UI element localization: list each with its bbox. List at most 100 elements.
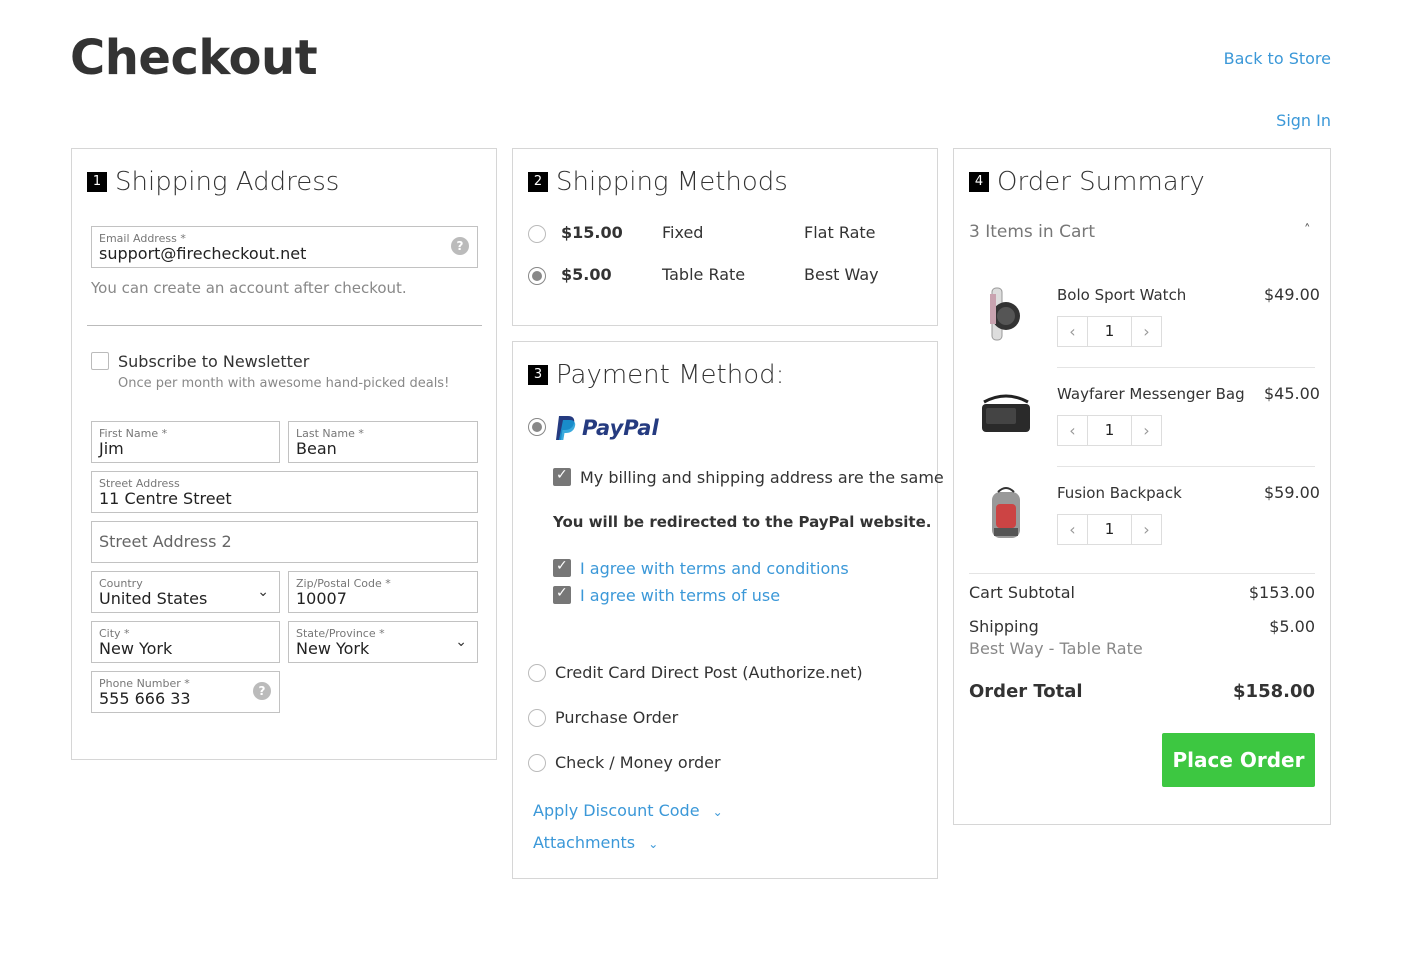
newsletter-label[interactable]: Subscribe to Newsletter — [118, 352, 309, 371]
street-address-field[interactable]: Street Address 11 Centre Street — [91, 471, 478, 513]
last-name-value: Bean — [296, 439, 337, 458]
order-total-value: $158.00 — [1233, 681, 1315, 702]
help-icon[interactable]: ? — [451, 237, 469, 255]
cart-items-count[interactable]: 3 Items in Cart — [969, 222, 1095, 242]
step-number: 1 — [87, 172, 107, 192]
check-money-order-radio[interactable] — [528, 754, 546, 772]
street2-placeholder: Street Address 2 — [99, 532, 232, 551]
phone-value: 555 666 33 — [99, 689, 191, 708]
help-icon[interactable]: ? — [253, 682, 271, 700]
divider — [1057, 466, 1315, 467]
last-name-field[interactable]: Last Name * Bean — [288, 421, 478, 463]
terms-of-use-checkbox[interactable] — [553, 585, 571, 604]
increase-qty-button[interactable]: › — [1131, 415, 1162, 446]
attachments-link[interactable]: Attachments ⌄ — [533, 833, 658, 852]
credit-card-radio[interactable] — [528, 664, 546, 682]
divider — [87, 325, 482, 326]
email-field[interactable]: Email Address * support@firecheckout.net… — [91, 226, 478, 268]
shipping-option-price: $15.00 — [561, 223, 623, 242]
attachments-label: Attachments — [533, 833, 636, 852]
same-address-label[interactable]: My billing and shipping address are the … — [580, 468, 944, 487]
shipping-option-price: $5.00 — [561, 265, 612, 284]
shipping-option-carrier: Flat Rate — [804, 223, 876, 242]
product-image-bag[interactable] — [976, 384, 1036, 444]
chevron-down-icon: ⌄ — [455, 634, 467, 650]
shipping-address-title: 1 Shipping Address — [87, 167, 339, 197]
terms-link[interactable]: I agree with terms and conditions — [580, 559, 849, 578]
product-name[interactable]: Fusion Backpack — [1057, 484, 1182, 502]
product-name[interactable]: Wayfarer Messenger Bag — [1057, 385, 1245, 403]
same-address-checkbox[interactable] — [553, 467, 571, 486]
street-address-2-field[interactable]: Street Address 2 — [91, 521, 478, 563]
qty-value[interactable]: 1 — [1088, 415, 1131, 446]
zip-value: 10007 — [296, 589, 347, 608]
chevron-up-icon[interactable]: ˄ — [1304, 223, 1311, 238]
paypal-icon — [556, 416, 576, 440]
terms-checkbox[interactable] — [553, 558, 571, 577]
purchase-order-radio[interactable] — [528, 709, 546, 727]
shipping-method-note: Best Way - Table Rate — [969, 639, 1143, 658]
product-image-watch[interactable] — [976, 284, 1036, 344]
phone-field[interactable]: Phone Number * 555 666 33 ? — [91, 671, 280, 713]
step-number: 2 — [528, 172, 548, 192]
panel-heading: Payment Method: — [556, 360, 785, 390]
subtotal-label: Cart Subtotal — [969, 583, 1075, 602]
shipping-option-radio[interactable] — [528, 267, 546, 285]
increase-qty-button[interactable]: › — [1131, 316, 1162, 347]
discount-code-label: Apply Discount Code — [533, 801, 700, 820]
email-note: You can create an account after checkout… — [91, 279, 407, 297]
country-value: United States — [99, 589, 208, 608]
email-value: support@firecheckout.net — [99, 244, 307, 263]
divider — [1057, 367, 1315, 368]
check-money-order-label[interactable]: Check / Money order — [555, 753, 721, 772]
country-select[interactable]: Country United States ⌄ — [91, 571, 280, 613]
terms-of-use-link[interactable]: I agree with terms of use — [580, 586, 780, 605]
panel-heading: Shipping Methods — [556, 167, 788, 197]
chevron-down-icon: ⌄ — [712, 805, 723, 819]
divider — [969, 573, 1315, 574]
sign-in-link[interactable]: Sign In — [1276, 111, 1331, 130]
chevron-down-icon: ⌄ — [648, 837, 659, 851]
qty-value[interactable]: 1 — [1088, 316, 1131, 347]
credit-card-label[interactable]: Credit Card Direct Post (Authorize.net) — [555, 663, 863, 682]
shipping-option-method: Fixed — [662, 223, 704, 242]
panel-heading: Order Summary — [997, 167, 1205, 197]
shipping-methods-title: 2 Shipping Methods — [528, 167, 788, 197]
increase-qty-button[interactable]: › — [1131, 514, 1162, 545]
payment-method-title: 3 Payment Method: — [528, 360, 784, 390]
decrease-qty-button[interactable]: ‹ — [1057, 415, 1088, 446]
quantity-stepper[interactable]: ‹ 1 › — [1057, 316, 1162, 347]
newsletter-checkbox[interactable] — [91, 352, 109, 370]
discount-code-link[interactable]: Apply Discount Code ⌄ — [533, 801, 723, 820]
shipping-option-radio[interactable] — [528, 225, 546, 243]
subtotal-value: $153.00 — [1248, 583, 1315, 602]
first-name-value: Jim — [99, 439, 124, 458]
decrease-qty-button[interactable]: ‹ — [1057, 514, 1088, 545]
first-name-field[interactable]: First Name * Jim — [91, 421, 280, 463]
place-order-button[interactable]: Place Order — [1162, 733, 1315, 787]
product-price: $45.00 — [1264, 384, 1320, 403]
shipping-label: Shipping — [969, 617, 1039, 636]
state-select[interactable]: State/Province * New York ⌄ — [288, 621, 478, 663]
chevron-down-icon: ⌄ — [257, 584, 269, 600]
quantity-stepper[interactable]: ‹ 1 › — [1057, 415, 1162, 446]
quantity-stepper[interactable]: ‹ 1 › — [1057, 514, 1162, 545]
product-price: $59.00 — [1264, 483, 1320, 502]
city-field[interactable]: City * New York — [91, 621, 280, 663]
decrease-qty-button[interactable]: ‹ — [1057, 316, 1088, 347]
back-to-store-link[interactable]: Back to Store — [1224, 49, 1331, 68]
state-value: New York — [296, 639, 370, 658]
product-name[interactable]: Bolo Sport Watch — [1057, 286, 1186, 304]
purchase-order-label[interactable]: Purchase Order — [555, 708, 678, 727]
shipping-address-panel: 1 Shipping Address Email Address * suppo… — [71, 148, 497, 760]
shipping-methods-panel: 2 Shipping Methods $15.00 Fixed Flat Rat… — [512, 148, 938, 326]
paypal-radio[interactable] — [528, 418, 546, 436]
product-image-backpack[interactable] — [976, 484, 1036, 544]
order-summary-title: 4 Order Summary — [969, 167, 1205, 197]
qty-value[interactable]: 1 — [1088, 514, 1131, 545]
zip-field[interactable]: Zip/Postal Code * 10007 — [288, 571, 478, 613]
city-value: New York — [99, 639, 173, 658]
paypal-label: PayPal — [582, 416, 659, 440]
newsletter-note: Once per month with awesome hand-picked … — [118, 376, 450, 391]
step-number: 4 — [969, 172, 989, 192]
